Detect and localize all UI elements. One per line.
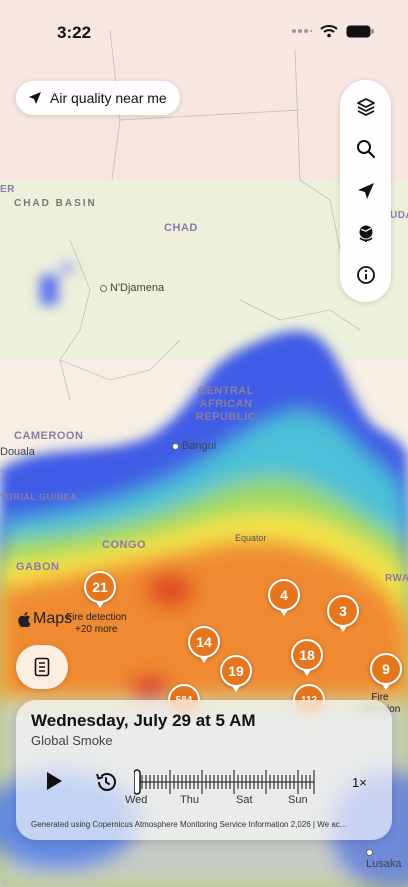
fire-detection-more: +20 more bbox=[75, 624, 118, 635]
fire-cluster-marker[interactable]: 3 bbox=[327, 595, 359, 632]
equator-label: Equator bbox=[235, 533, 267, 543]
lusaka-label: Lusaka bbox=[366, 846, 408, 870]
playback-speed-button[interactable]: 1× bbox=[352, 775, 367, 790]
timeline-day-label: Thu bbox=[180, 794, 199, 806]
left-edge-label: ER bbox=[0, 184, 15, 195]
timeline-day-label: Sun bbox=[288, 794, 308, 806]
globe-button[interactable] bbox=[350, 217, 382, 249]
air-quality-near-me-button[interactable]: Air quality near me bbox=[16, 81, 180, 115]
map-toolbar bbox=[340, 80, 391, 302]
rwanda-edge-label: RWA bbox=[385, 573, 408, 584]
air-quality-near-me-label: Air quality near me bbox=[50, 90, 167, 106]
congo-label: CONGO bbox=[102, 539, 147, 551]
legend-book-icon bbox=[34, 657, 50, 677]
timeline-panel: Wednesday, July 29 at 5 AM Global Smoke … bbox=[16, 700, 392, 840]
status-icons bbox=[292, 24, 374, 38]
globe-icon bbox=[358, 225, 373, 242]
apple-logo-icon bbox=[18, 611, 31, 627]
current-location-button[interactable] bbox=[350, 175, 382, 207]
battery-icon bbox=[346, 25, 374, 37]
fire-detection-title: Fire detection bbox=[66, 612, 127, 623]
status-bar: 3:22 bbox=[0, 0, 408, 60]
attribution-text[interactable]: Generated using Copernicus Atmosphere Mo… bbox=[31, 820, 379, 829]
chad-label: CHAD bbox=[164, 222, 198, 234]
history-icon[interactable] bbox=[94, 770, 118, 794]
forecast-date-title: Wednesday, July 29 at 5 AM bbox=[31, 711, 256, 730]
search-button[interactable] bbox=[350, 133, 382, 165]
legend-button[interactable] bbox=[16, 645, 68, 689]
layers-button[interactable] bbox=[350, 91, 382, 123]
fire-cluster-marker[interactable]: 19 bbox=[220, 655, 252, 692]
info-button[interactable] bbox=[350, 259, 382, 291]
status-time: 3:22 bbox=[57, 23, 92, 42]
douala-label: Douala bbox=[0, 446, 35, 458]
location-arrow-icon bbox=[29, 92, 41, 104]
fire-cluster-marker[interactable]: 21 bbox=[84, 571, 116, 608]
timeline-day-label: Wed bbox=[125, 794, 148, 806]
info-icon bbox=[356, 266, 375, 284]
timeline-handle bbox=[134, 769, 141, 795]
gabon-label: GABON bbox=[16, 561, 60, 573]
cameroon-label: CAMEROON bbox=[14, 430, 84, 442]
layer-name-label: Global Smoke bbox=[31, 733, 113, 748]
location-arrow-icon bbox=[357, 183, 374, 199]
play-button[interactable] bbox=[44, 771, 64, 791]
maps-brand: Maps bbox=[18, 610, 72, 628]
ndjamena-label: N'Djamena bbox=[100, 282, 164, 294]
layers-icon bbox=[356, 98, 375, 116]
sudan-edge-label: UDA bbox=[390, 210, 408, 221]
signal-dots-icon bbox=[292, 29, 312, 33]
search-icon bbox=[356, 140, 375, 159]
timeline-scrubber[interactable] bbox=[134, 766, 316, 796]
chad-basin-label: CHAD BASIN bbox=[14, 198, 97, 209]
bangui-label: Bangui bbox=[172, 440, 216, 452]
wifi-icon bbox=[320, 25, 338, 38]
fire-cluster-marker[interactable]: 4 bbox=[268, 579, 300, 616]
central-african-republic-label: CENTRAL AFRICAN REPUBLIC bbox=[195, 385, 257, 423]
fire-detection-label-left[interactable]: Fire detection +20 more bbox=[66, 612, 127, 636]
fire-cluster-marker[interactable]: 18 bbox=[291, 639, 323, 676]
equatorial-guinea-label: TORIAL GUINEA bbox=[0, 492, 78, 502]
fire-cluster-marker[interactable]: 9 bbox=[370, 653, 402, 690]
fire-cluster-marker[interactable]: 14 bbox=[188, 626, 220, 663]
timeline-day-label: Sat bbox=[236, 794, 253, 806]
